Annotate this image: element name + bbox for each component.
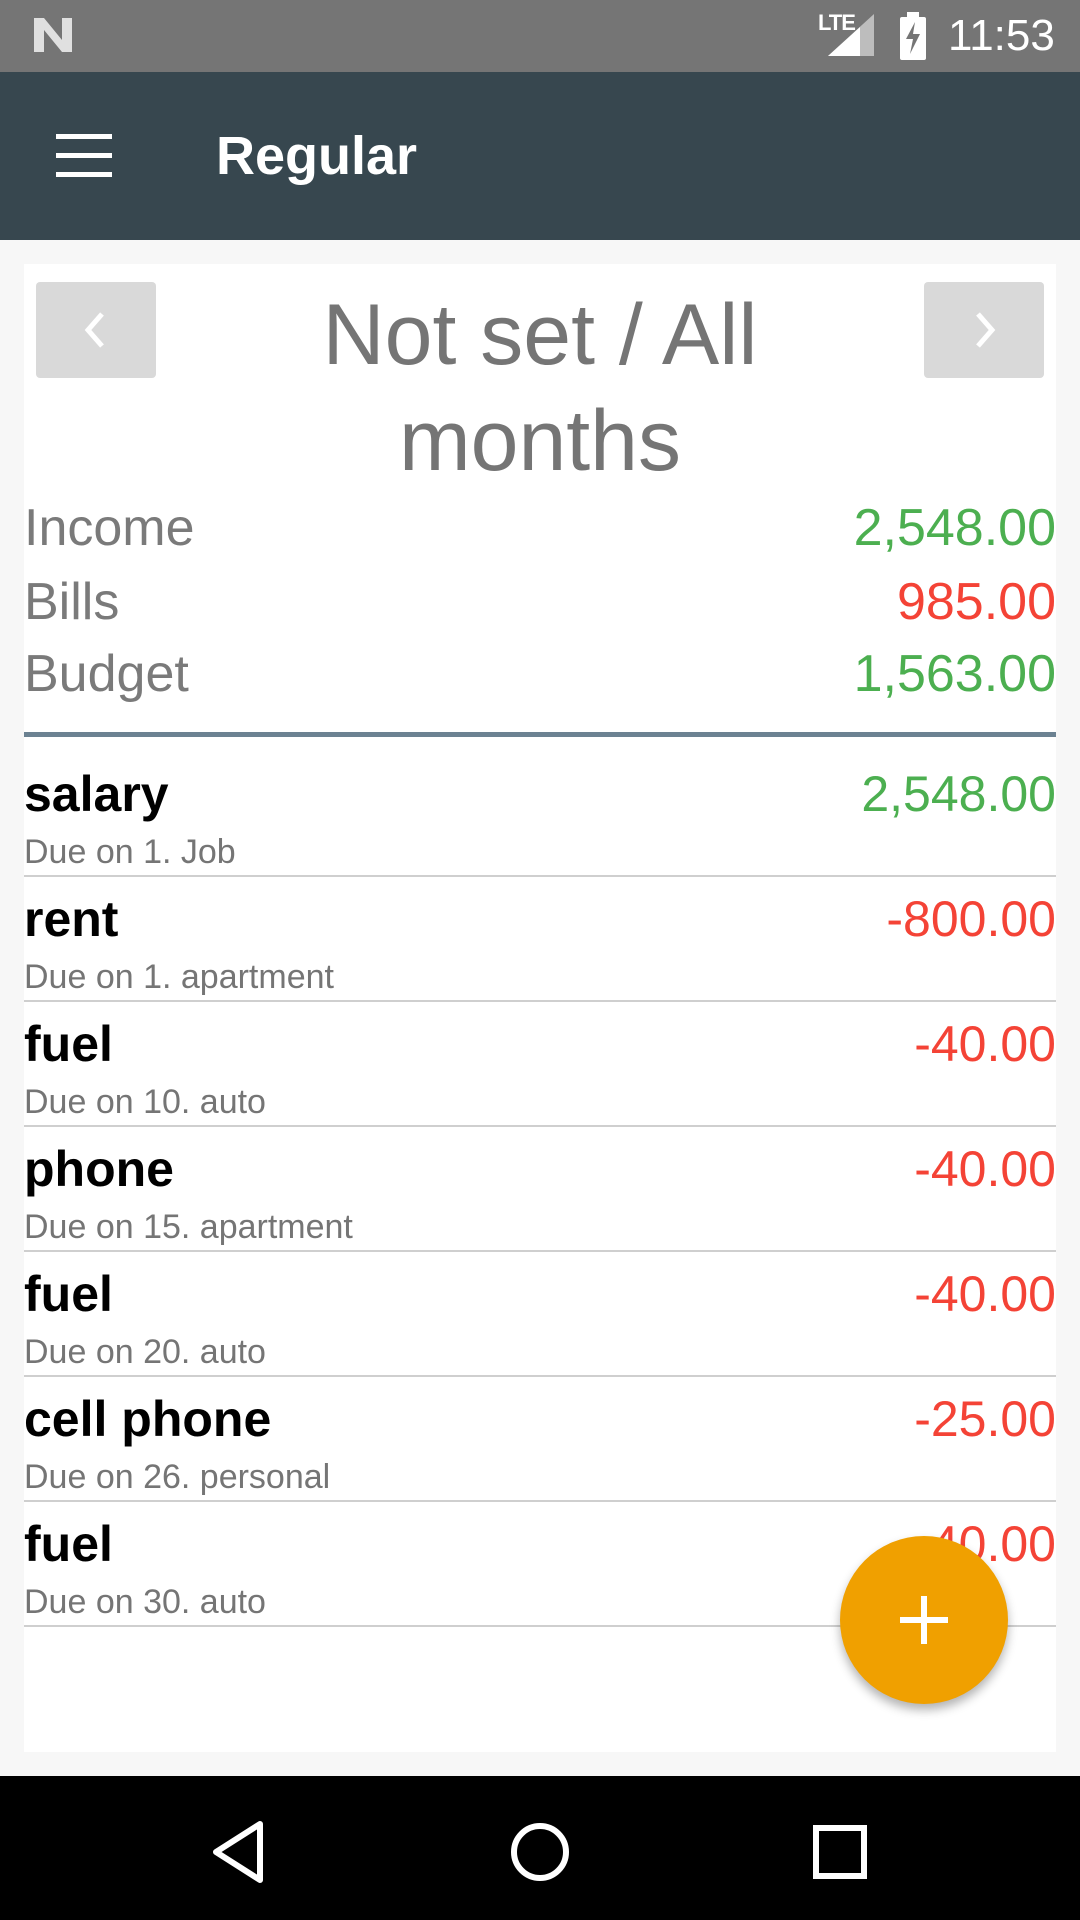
entry-subtitle: Due on 1. apartment — [24, 958, 334, 996]
list-item[interactable]: cell phone Due on 26. personal -25.00 — [24, 1377, 1056, 1502]
entry-amount: -25.00 — [914, 1391, 1056, 1447]
entry-amount: 2,548.00 — [861, 766, 1056, 822]
entry-subtitle: Due on 26. personal — [24, 1458, 331, 1496]
add-entry-button[interactable] — [840, 1536, 1008, 1704]
entry-subtitle: Due on 10. auto — [24, 1083, 266, 1121]
entry-subtitle: Due on 1. Job — [24, 833, 236, 871]
summary-value: 2,548.00 — [853, 499, 1056, 557]
entry-name: phone — [24, 1141, 174, 1197]
summary-label: Budget — [24, 645, 189, 703]
battery-charging-icon — [900, 12, 926, 60]
page-title: Regular — [216, 126, 418, 186]
signal-icon — [828, 14, 874, 56]
entry-name: fuel — [24, 1266, 113, 1322]
summary-label: Bills — [24, 573, 120, 631]
status-bar: LTE 11:53 — [0, 0, 1080, 72]
n-logo-icon — [34, 18, 72, 52]
entry-amount: -800.00 — [886, 891, 1056, 947]
list-item[interactable]: rent Due on 1. apartment -800.00 — [24, 877, 1056, 1002]
entry-name: salary — [24, 766, 169, 822]
entry-amount: -40.00 — [914, 1266, 1056, 1322]
entry-name: fuel — [24, 1516, 113, 1572]
menu-icon[interactable] — [56, 134, 112, 178]
summary-value: 1,563.00 — [853, 645, 1056, 703]
entry-amount: -40.00 — [914, 1141, 1056, 1197]
entry-amount: -40.00 — [914, 1016, 1056, 1072]
summary-budget: Budget 1,563.00 — [24, 638, 1056, 710]
entry-list: salary Due on 1. Job 2,548.00 rent Due o… — [24, 752, 1056, 1627]
entry-subtitle: Due on 30. auto — [24, 1583, 266, 1621]
system-nav-bar — [0, 1776, 1080, 1920]
chevron-left-icon — [84, 312, 104, 348]
chevron-right-icon — [976, 312, 996, 348]
summary-income: Income 2,548.00 — [24, 492, 1056, 564]
entry-name: cell phone — [24, 1391, 272, 1447]
entry-name: fuel — [24, 1016, 113, 1072]
summary-bills: Bills 985.00 — [24, 566, 1056, 638]
summary-label: Income — [24, 499, 195, 557]
list-item[interactable]: fuel Due on 10. auto -40.00 — [24, 1002, 1056, 1127]
previous-period-button[interactable] — [36, 282, 156, 378]
recents-icon[interactable] — [800, 1812, 880, 1892]
next-period-button[interactable] — [924, 282, 1044, 378]
entry-subtitle: Due on 15. apartment — [24, 1208, 353, 1246]
list-item[interactable]: fuel Due on 20. auto -40.00 — [24, 1252, 1056, 1377]
list-item[interactable]: phone Due on 15. apartment -40.00 — [24, 1127, 1056, 1252]
period-label: Not set / All months — [322, 287, 758, 489]
entry-name: rent — [24, 891, 119, 947]
app-bar: Regular — [0, 72, 1080, 240]
clock: 11:53 — [948, 11, 1055, 60]
list-item[interactable]: salary Due on 1. Job 2,548.00 — [24, 752, 1056, 877]
back-icon[interactable] — [200, 1812, 280, 1892]
summary-divider — [24, 732, 1056, 737]
home-icon[interactable] — [500, 1812, 580, 1892]
budget-card: Not set / All months Income 2,548.00 Bil… — [24, 264, 1056, 1752]
entry-subtitle: Due on 20. auto — [24, 1333, 266, 1371]
summary-value: 985.00 — [896, 573, 1056, 631]
